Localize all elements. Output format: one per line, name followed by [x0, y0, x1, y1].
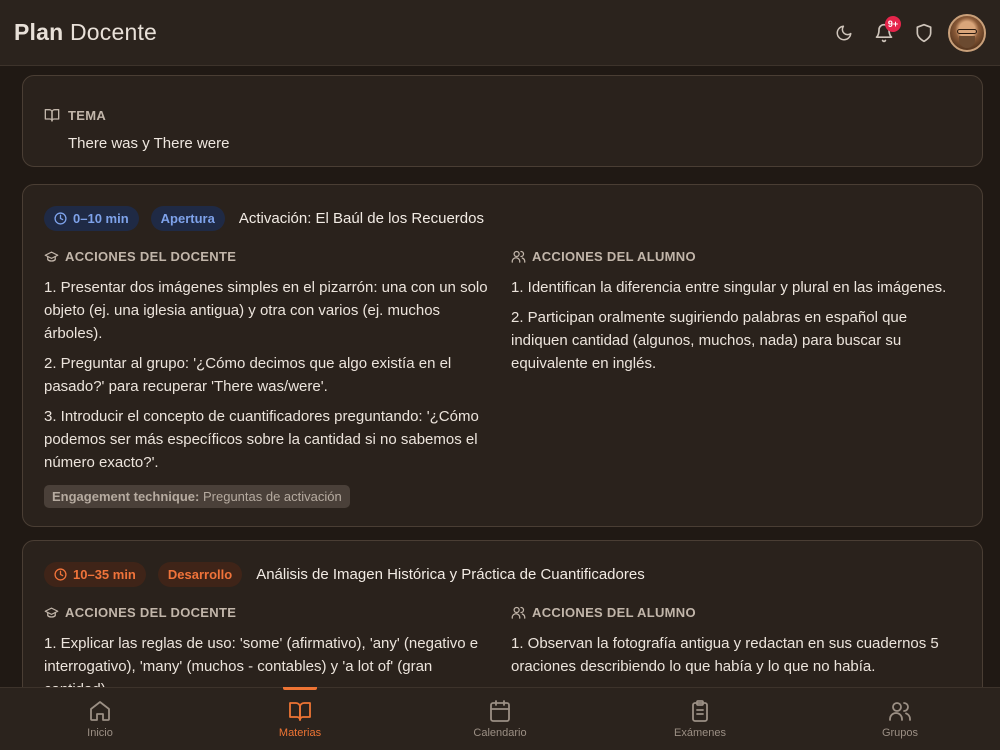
student-actions-header: ACCIONES DEL ALUMNO — [511, 605, 956, 620]
logo-light-text: Docente — [69, 19, 158, 45]
phase-card: 10–35 min Desarrollo Análisis de Imagen … — [22, 540, 983, 687]
teacher-action-item: 1. Presentar dos imágenes simples en el … — [44, 279, 488, 342]
phase-tag: Apertura — [150, 206, 225, 231]
nav-item-examenes[interactable]: Exámenes — [600, 688, 800, 750]
student-action-item: 2. Participan oralmente sugiriendo palab… — [511, 309, 908, 372]
teacher-actions-header: ACCIONES DEL DOCENTE — [44, 249, 489, 264]
student-actions-column: ACCIONES DEL ALUMNO 1. Observan la fotog… — [511, 605, 956, 685]
student-action-item: 1. Observan la fotografía antigua y reda… — [511, 635, 939, 675]
nav-item-materias[interactable]: Materias — [200, 688, 400, 750]
users-icon — [511, 250, 526, 263]
calendar-icon — [490, 700, 510, 722]
nav-label: Inicio — [87, 727, 113, 739]
student-actions-label: ACCIONES DEL ALUMNO — [532, 249, 696, 264]
home-icon — [90, 701, 110, 721]
graduation-cap-icon — [44, 607, 59, 618]
time-pill: 0–10 min — [44, 206, 139, 231]
phase-header: 10–35 min Desarrollo Análisis de Imagen … — [44, 562, 645, 587]
phase-card: 0–10 min Apertura Activación: El Baúl de… — [22, 184, 983, 527]
nav-label: Exámenes — [674, 727, 726, 739]
teacher-actions-label: ACCIONES DEL DOCENTE — [65, 249, 237, 264]
moon-icon — [836, 25, 852, 40]
teacher-actions-column: ACCIONES DEL DOCENTE 1. Presentar dos im… — [44, 249, 489, 508]
logo-bold-text: Plan — [14, 19, 64, 45]
teacher-actions-header: ACCIONES DEL DOCENTE — [44, 605, 489, 620]
nav-label: Calendario — [473, 727, 527, 739]
notification-badge: 9+ — [885, 15, 901, 32]
time-label: 0–10 min — [73, 211, 129, 226]
graduation-cap-icon — [44, 251, 59, 262]
teacher-action-item: 3. Introducir el concepto de cuantificad… — [44, 408, 479, 471]
student-actions-column: ACCIONES DEL ALUMNO 1. Identifican la di… — [511, 249, 956, 382]
app-logo[interactable]: Plan Docente — [14, 19, 157, 46]
tema-label: TEMA — [68, 107, 107, 123]
user-avatar[interactable] — [948, 13, 986, 52]
phase-tag: Desarrollo — [157, 562, 243, 587]
book-open-icon — [44, 109, 60, 122]
student-actions-label: ACCIONES DEL ALUMNO — [532, 605, 696, 620]
time-label: 10–35 min — [73, 567, 136, 582]
users-icon — [889, 702, 911, 721]
engagement-label: Engagement technique: — [52, 489, 200, 504]
app-header: Plan Docente 9+ — [0, 0, 1000, 66]
nav-item-inicio[interactable]: Inicio — [0, 688, 200, 750]
nav-item-calendario[interactable]: Calendario — [400, 688, 600, 750]
student-action-item: 1. Identifican la diferencia entre singu… — [511, 279, 947, 296]
clock-icon — [54, 568, 67, 581]
security-button[interactable] — [904, 13, 944, 53]
nav-item-grupos[interactable]: Grupos — [800, 688, 1000, 750]
student-actions-header: ACCIONES DEL ALUMNO — [511, 249, 956, 264]
nav-label: Grupos — [881, 727, 919, 739]
header-actions: 9+ — [824, 13, 986, 53]
main-content[interactable]: TEMA There was y There were 0–10 min Ape… — [0, 67, 1000, 687]
tema-header: TEMA — [44, 107, 106, 123]
phase-title: Análisis de Imagen Histórica y Práctica … — [256, 566, 645, 583]
tema-value: There was y There were — [68, 135, 230, 152]
clock-icon — [54, 212, 67, 225]
bottom-nav: Inicio Materias Calendario Exámenes Grup… — [0, 687, 1000, 750]
nav-label: Materias — [278, 727, 322, 739]
teacher-action-item: 1. Explicar las reglas de uso: 'some' (a… — [44, 635, 479, 687]
notifications-button[interactable]: 9+ — [864, 13, 904, 53]
teacher-actions-label: ACCIONES DEL DOCENTE — [65, 605, 237, 620]
theme-toggle-button[interactable] — [824, 13, 864, 53]
time-pill: 10–35 min — [44, 562, 146, 587]
phase-title: Activación: El Baúl de los Recuerdos — [238, 210, 484, 227]
users-icon — [511, 606, 526, 619]
phase-header: 0–10 min Apertura Activación: El Baúl de… — [44, 206, 484, 231]
book-icon — [289, 702, 311, 721]
tema-card: TEMA There was y There were — [22, 75, 983, 167]
teacher-action-item: 2. Preguntar al grupo: '¿Cómo decimos qu… — [44, 355, 452, 395]
shield-icon — [916, 23, 932, 42]
teacher-actions-column: ACCIONES DEL DOCENTE 1. Explicar las reg… — [44, 605, 489, 687]
engagement-badge: Engagement technique: Preguntas de activ… — [44, 485, 350, 508]
engagement-value: Preguntas de activación — [202, 489, 342, 504]
clipboard-icon — [692, 700, 708, 722]
